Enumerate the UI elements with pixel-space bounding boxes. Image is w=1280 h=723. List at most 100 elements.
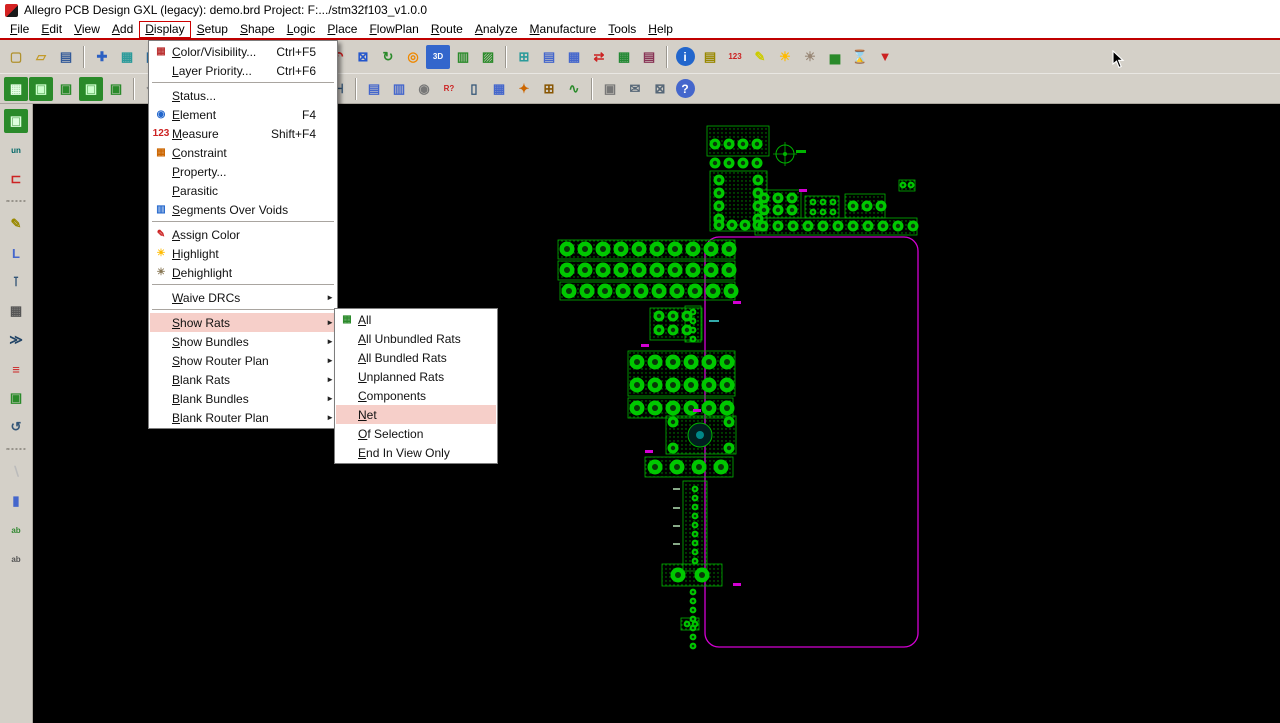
mail-send-icon[interactable]: ✉ [623, 77, 647, 101]
probe-icon[interactable]: ◉ [412, 77, 436, 101]
menu-item-highlight[interactable]: ☀ Highlight [150, 244, 336, 263]
pencil-tool-icon[interactable]: ✎ [4, 212, 28, 236]
snap-grid-icon[interactable]: ⊞ [537, 77, 561, 101]
new-icon[interactable]: ▢ [4, 45, 28, 69]
menu-item-parasitic[interactable]: Parasitic [150, 181, 336, 200]
menu-item-show-router-plan[interactable]: Show Router Plan ► [150, 351, 336, 370]
rect-tool-icon[interactable]: ▮ [4, 489, 28, 513]
module-icon[interactable]: ▥ [387, 77, 411, 101]
menu-item-rats-end-in-view[interactable]: End In View Only [336, 443, 496, 462]
menu-item-property[interactable]: Property... [150, 162, 336, 181]
glue-icon[interactable]: ✦ [512, 77, 536, 101]
edit-text-icon[interactable]: ab [4, 547, 28, 571]
help-icon[interactable]: ? [675, 79, 695, 98]
bar-chart-icon[interactable]: ▅ [823, 45, 847, 69]
highlight-icon[interactable]: ☀ [773, 45, 797, 69]
menu-route[interactable]: Route [425, 21, 469, 38]
connector-icon[interactable]: ⊏ [4, 167, 28, 191]
film-record-icon[interactable]: ▤ [362, 77, 386, 101]
visibility-save4-icon[interactable]: ▣ [104, 77, 128, 101]
menu-item-rats-of-selection[interactable]: Of Selection [336, 424, 496, 443]
pin-tool-icon[interactable]: ⊺ [4, 270, 28, 294]
menu-item-element[interactable]: ◉ Element F4 [150, 105, 336, 124]
menu-item-waive-drcs[interactable]: Waive DRCs ► [150, 288, 336, 307]
menu-item-rats-all[interactable]: ▦ All [336, 310, 496, 329]
line-tool-icon[interactable]: ∖ [4, 460, 28, 484]
menu-item-segments-over-voids[interactable]: ▥ Segments Over Voids [150, 200, 336, 219]
menu-edit[interactable]: Edit [35, 21, 68, 38]
menu-item-status[interactable]: Status... [150, 86, 336, 105]
menu-item-rats-all-unbundled[interactable]: All Unbundled Rats [336, 329, 496, 348]
panel-icon[interactable]: ▯ [462, 77, 486, 101]
menu-setup[interactable]: Setup [191, 21, 234, 38]
grid-icon[interactable]: ⊞ [512, 45, 536, 69]
measure-123-icon[interactable]: 123 [723, 45, 747, 69]
menu-flowplan[interactable]: FlowPlan [363, 21, 424, 38]
visibility-save2-icon[interactable]: ▣ [54, 77, 78, 101]
filter-rats-icon[interactable]: ▼ [873, 45, 897, 69]
menu-item-color-visibility[interactable]: ▦ Color/Visibility... Ctrl+F5 [150, 42, 336, 61]
menu-manufacture[interactable]: Manufacture [524, 21, 603, 38]
unrats-icon[interactable]: un [4, 138, 28, 162]
menu-item-blank-bundles[interactable]: Blank Bundles ► [150, 389, 336, 408]
menu-place[interactable]: Place [321, 21, 363, 38]
copy-view-icon[interactable]: ▣ [598, 77, 622, 101]
visibility-board-icon[interactable]: ▣ [4, 109, 28, 133]
target-icon[interactable]: ◎ [401, 45, 425, 69]
menu-file[interactable]: File [4, 21, 35, 38]
report-icon[interactable]: ▤ [698, 45, 722, 69]
menu-display[interactable]: Display [139, 20, 191, 38]
menu-help[interactable]: Help [642, 21, 679, 38]
visibility-save3-icon[interactable]: ▣ [79, 76, 103, 101]
visibility-save1-icon[interactable]: ▣ [29, 76, 53, 101]
dehighlight-icon[interactable]: ☀ [798, 45, 822, 69]
3d-view-icon[interactable]: 3D [426, 44, 450, 69]
cross-section-icon[interactable]: ▤ [637, 45, 661, 69]
artwork-icon[interactable]: ▨ [476, 45, 500, 69]
menu-item-measure[interactable]: 123 Measure Shift+F4 [150, 124, 336, 143]
menu-item-constraint[interactable]: ▦ Constraint [150, 143, 336, 162]
swap-icon[interactable]: ⇄ [587, 45, 611, 69]
show-rats-icon[interactable]: ▦ [115, 45, 139, 69]
menu-item-show-bundles[interactable]: Show Bundles ► [150, 332, 336, 351]
menu-item-rats-net[interactable]: Net [336, 405, 496, 424]
menu-logic[interactable]: Logic [281, 21, 322, 38]
menu-view[interactable]: View [68, 21, 106, 38]
add-text-icon[interactable]: ab [4, 518, 28, 542]
waveform-icon[interactable]: ∿ [562, 77, 586, 101]
film-icon[interactable]: ▥ [451, 45, 475, 69]
mail-x-icon[interactable]: ⊠ [648, 77, 672, 101]
menu-item-rats-unplanned[interactable]: Unplanned Rats [336, 367, 496, 386]
hourglass-icon[interactable]: ⌛ [848, 45, 872, 69]
menu-item-blank-router-plan[interactable]: Blank Router Plan ► [150, 408, 336, 427]
color192-icon[interactable]: ▦ [4, 76, 28, 101]
constraint-manager-icon[interactable]: ▦ [562, 45, 586, 69]
fast-forward-icon[interactable]: ≫ [4, 328, 28, 352]
save-icon[interactable]: ▤ [54, 45, 78, 69]
rotate-icon[interactable]: ↺ [4, 415, 28, 439]
etch-edit-icon[interactable]: ≡ [4, 357, 28, 381]
refdes-icon[interactable]: R? [437, 77, 461, 101]
move-icon[interactable]: ✚ [90, 45, 114, 69]
checker-icon[interactable]: ▦ [487, 77, 511, 101]
menu-tools[interactable]: Tools [602, 21, 642, 38]
zoom-selection-icon[interactable]: ⊠ [351, 45, 375, 69]
highlight-pen-icon[interactable]: ✎ [748, 45, 772, 69]
info-icon[interactable]: i [675, 47, 695, 66]
board-small-icon[interactable]: ▣ [4, 386, 28, 410]
open-folder-icon[interactable]: ▱ [29, 45, 53, 69]
menu-item-assign-color[interactable]: ✎ Assign Color [150, 225, 336, 244]
menu-item-dehighlight[interactable]: ☀ Dehighlight [150, 263, 336, 282]
property-icon[interactable]: ▤ [537, 45, 561, 69]
menu-add[interactable]: Add [106, 21, 139, 38]
menu-item-show-rats[interactable]: Show Rats ► [150, 313, 336, 332]
menu-item-rats-components[interactable]: Components [336, 386, 496, 405]
menu-analyze[interactable]: Analyze [469, 21, 524, 38]
menu-item-blank-rats[interactable]: Blank Rats ► [150, 370, 336, 389]
menu-item-rats-all-bundled[interactable]: All Bundled Rats [336, 348, 496, 367]
label-tool-icon[interactable]: L [4, 241, 28, 265]
crop-tool-icon[interactable]: ▦ [4, 299, 28, 323]
redraw-icon[interactable]: ↻ [376, 45, 400, 69]
menu-item-layer-priority[interactable]: Layer Priority... Ctrl+F6 [150, 61, 336, 80]
spreadsheet-icon[interactable]: ▦ [612, 45, 636, 69]
